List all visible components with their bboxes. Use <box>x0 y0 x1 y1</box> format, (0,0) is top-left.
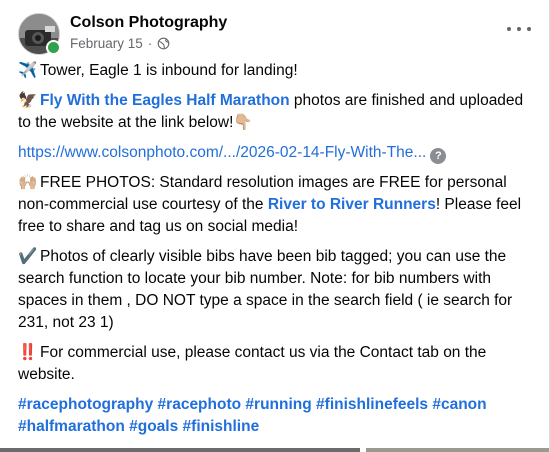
post-card: Colson Photography February 15 · ✈️ Tower… <box>0 0 550 452</box>
paragraph-text: Tower, Eagle 1 is inbound for landing! <box>40 62 298 79</box>
check-mark-icon: ✔️ <box>18 248 38 265</box>
hashtag-link[interactable]: #goals <box>129 418 178 435</box>
hashtag-link[interactable]: #racephoto <box>158 396 242 413</box>
meta-separator: · <box>147 36 153 51</box>
paragraph-free-photos: 🙌🏼 FREE PHOTOS: Standard resolution image… <box>18 172 537 238</box>
post-date[interactable]: February 15 <box>70 36 143 51</box>
more-dot-icon <box>527 27 531 31</box>
event-link[interactable]: Fly With the Eagles Half Marathon <box>40 92 290 109</box>
post-meta: February 15 · <box>70 36 170 51</box>
info-icon[interactable]: ? <box>430 148 447 164</box>
photo-preview-strip[interactable] <box>0 448 549 452</box>
paragraph-bib-tagged: ✔️ Photos of clearly visible bibs have be… <box>18 246 537 334</box>
eagle-icon: 🦅 <box>18 92 38 109</box>
photo-preview-right[interactable] <box>366 448 549 452</box>
paragraph-text: For commercial use, please contact us vi… <box>18 344 487 383</box>
more-dot-icon <box>507 27 511 31</box>
paragraph-commercial: ‼️ For commercial use, please contact us … <box>18 342 537 386</box>
raised-hands-icon: 🙌🏼 <box>18 174 38 191</box>
photo-preview-left[interactable] <box>0 448 360 452</box>
club-link[interactable]: River to River Runners <box>268 196 436 213</box>
paragraph-finished: 🦅 Fly With the Eagles Half Marathon photo… <box>18 90 537 134</box>
gallery-url-link[interactable]: https://www.colsonphoto.com/.../2026-02-… <box>18 144 426 161</box>
hashtag-link[interactable]: #racephotography <box>18 396 153 413</box>
hashtag-link[interactable]: #halfmarathon <box>18 418 125 435</box>
hashtag-link[interactable]: #canon <box>432 396 486 413</box>
post-header: Colson Photography February 15 · <box>18 10 531 56</box>
paragraph-url: https://www.colsonphoto.com/.../2026-02-… <box>18 142 537 164</box>
hashtag-link[interactable]: #finishlinefeels <box>316 396 428 413</box>
globe-icon[interactable] <box>157 37 170 50</box>
paragraph-landing: ✈️ Tower, Eagle 1 is inbound for landing! <box>18 60 537 82</box>
post-body: ✈️ Tower, Eagle 1 is inbound for landing!… <box>18 60 537 446</box>
more-dot-icon <box>517 27 521 31</box>
hashtags: #racephotography #racephoto #running #fi… <box>18 394 537 438</box>
hashtag-link[interactable]: #running <box>245 396 311 413</box>
more-options-button[interactable] <box>507 22 531 36</box>
paragraph-text: Photos of clearly visible bibs have been… <box>18 248 513 331</box>
double-exclamation-icon: ‼️ <box>18 344 38 361</box>
hashtag-link[interactable]: #finishline <box>183 418 260 435</box>
avatar[interactable] <box>18 13 61 55</box>
online-status-dot <box>46 40 61 55</box>
page-name[interactable]: Colson Photography <box>70 14 227 32</box>
airplane-icon: ✈️ <box>18 62 38 79</box>
